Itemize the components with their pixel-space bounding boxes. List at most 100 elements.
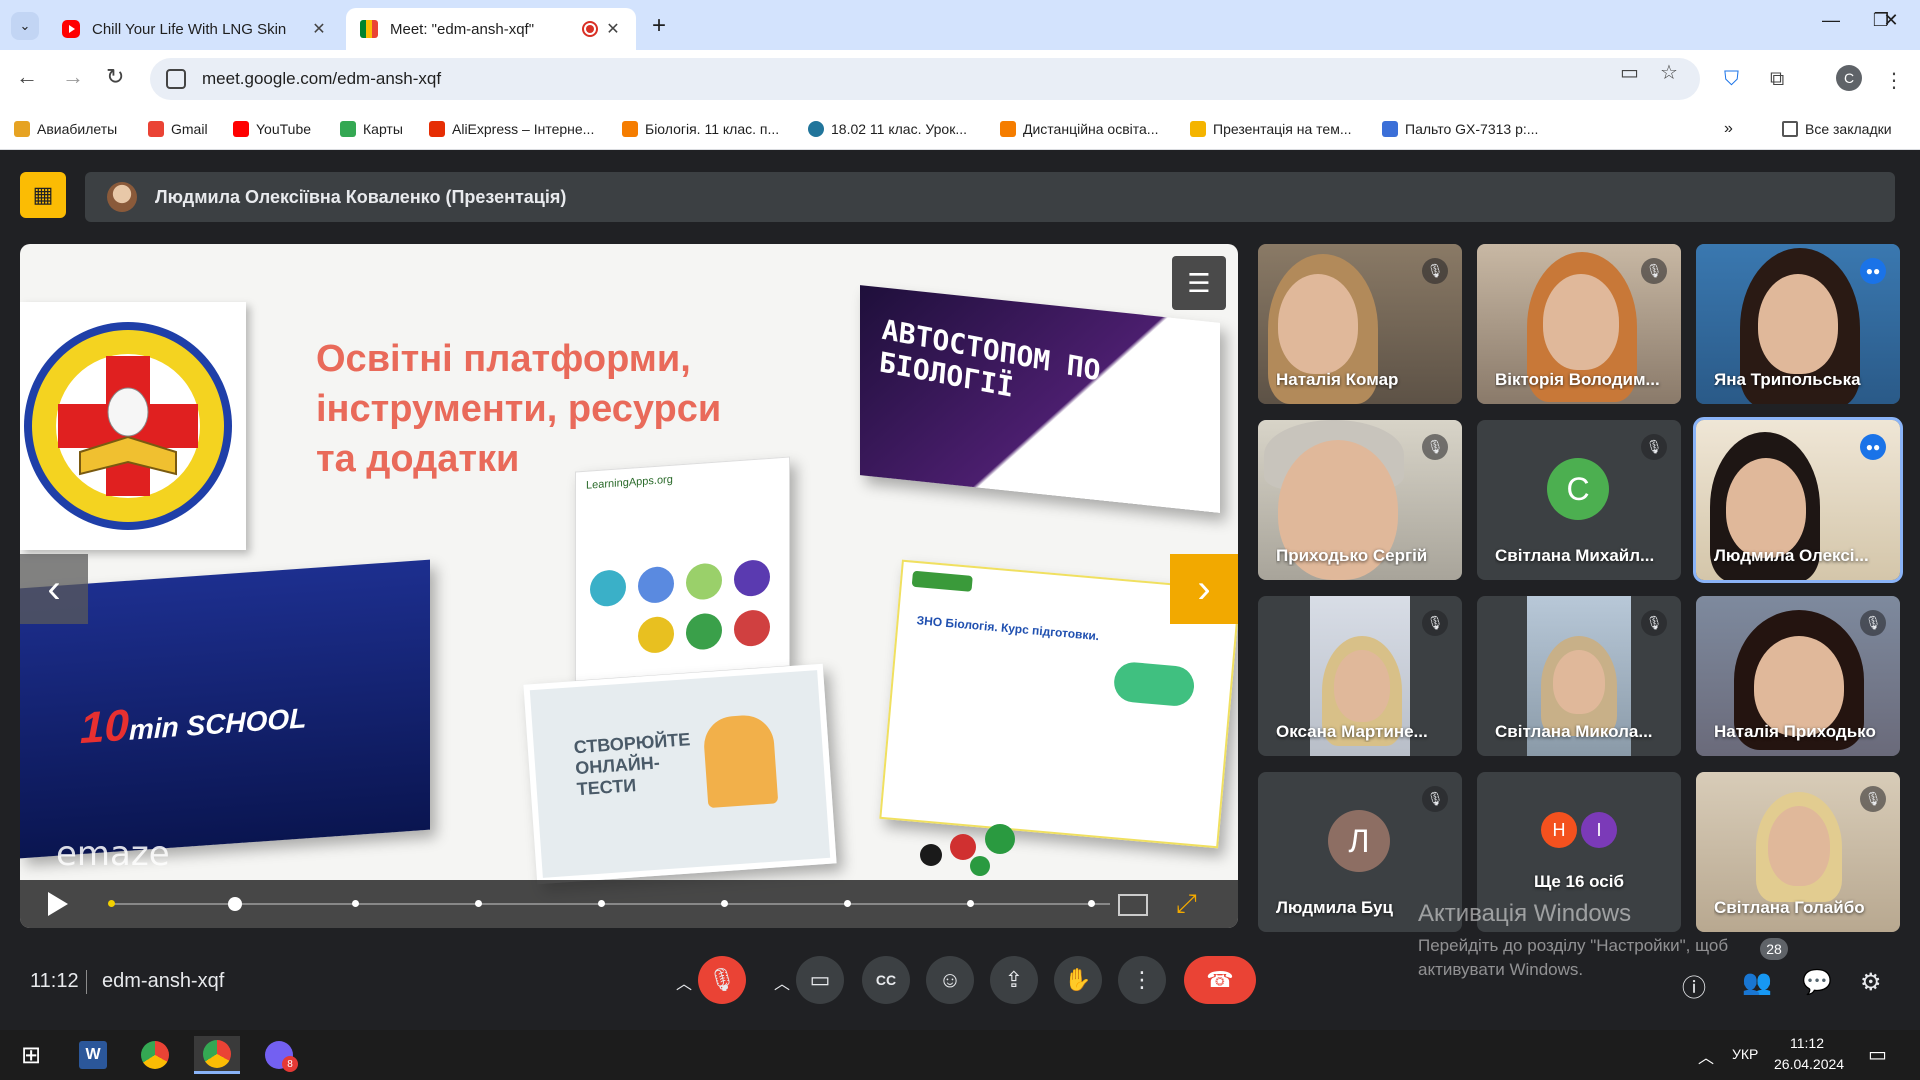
- site-info-icon[interactable]: [166, 69, 186, 89]
- tab-youtube[interactable]: Chill Your Life With LNG Skin ✕: [48, 8, 342, 50]
- shield-icon[interactable]: ⛉: [1724, 68, 1739, 91]
- chrome-active-icon[interactable]: [194, 1036, 240, 1074]
- activities-icon[interactable]: ⚙: [1860, 968, 1882, 997]
- clock-date[interactable]: 26.04.2024: [1774, 1056, 1844, 1072]
- participant-name: Людмила Олексі...: [1714, 546, 1869, 565]
- progress-dot[interactable]: [967, 900, 974, 907]
- gmail-icon: [148, 121, 164, 137]
- participant-tile[interactable]: ●● Людмила Олексі...: [1693, 417, 1903, 583]
- meeting-details-icon[interactable]: ⓘ: [1682, 968, 1706, 1003]
- play-icon[interactable]: [48, 892, 68, 916]
- menu-dots-icon[interactable]: ⋮: [1884, 68, 1904, 93]
- fullscreen-icon[interactable]: ⤢: [1176, 888, 1197, 920]
- next-slide-button[interactable]: ›: [1170, 554, 1238, 624]
- bookmark-item[interactable]: Пальто GX-7313 р:...: [1382, 118, 1538, 140]
- participant-tile[interactable]: С 🎙 Світлана Михайл...: [1477, 420, 1681, 580]
- mic-off-icon: 🎙: [1422, 434, 1448, 460]
- bookmark-item[interactable]: AliExpress – Інтерне...: [429, 118, 594, 140]
- progress-dot[interactable]: [1088, 900, 1095, 907]
- participant-tile[interactable]: 🎙 Приходько Сергій: [1258, 420, 1462, 580]
- clock-time[interactable]: 11:12: [1790, 1035, 1824, 1051]
- language-indicator[interactable]: УКР: [1732, 1046, 1758, 1062]
- progress-dot[interactable]: [475, 900, 482, 907]
- audio-options-chevron-icon[interactable]: ︿: [676, 970, 692, 994]
- participant-tile[interactable]: 🎙 Наталія Приходько: [1696, 596, 1900, 756]
- camera-icon[interactable]: ▭: [1620, 60, 1639, 85]
- chat-icon[interactable]: 💬: [1802, 968, 1832, 997]
- windows-start-icon[interactable]: ⊞: [8, 1036, 54, 1074]
- mic-off-icon: 🎙: [1860, 786, 1886, 812]
- participant-tile[interactable]: 🎙 Оксана Мартине...: [1258, 596, 1462, 756]
- windows-taskbar: ⊞ W 8 ︿ УКР 11:12 26.04.2024 ▭: [0, 1030, 1920, 1080]
- chrome-icon[interactable]: [132, 1036, 178, 1074]
- camera-button[interactable]: ▭: [796, 956, 844, 1004]
- participant-name: Вікторія Володим...: [1495, 370, 1660, 389]
- grid-view-icon[interactable]: [1118, 894, 1148, 916]
- bookmark-item[interactable]: Біологія. 11 клас. п...: [622, 118, 779, 140]
- participant-tile[interactable]: 🎙 Світлана Микола...: [1477, 596, 1681, 756]
- bookmark-item[interactable]: Карты: [340, 118, 403, 140]
- bookmark-item[interactable]: YouTube: [233, 118, 311, 140]
- tickets-icon: [14, 121, 30, 137]
- all-bookmarks-button[interactable]: Все закладки: [1782, 118, 1892, 140]
- back-button[interactable]: ←: [16, 64, 38, 90]
- profile-avatar[interactable]: C: [1836, 65, 1862, 91]
- url-text[interactable]: meet.google.com/edm-ansh-xqf: [202, 69, 441, 89]
- progress-dot[interactable]: [721, 900, 728, 907]
- captions-button[interactable]: CC: [862, 956, 910, 1004]
- progress-current-dot[interactable]: [228, 897, 242, 911]
- emoji-button[interactable]: ☺: [926, 956, 974, 1004]
- participant-tile[interactable]: 🎙 Наталія Комар: [1258, 244, 1462, 404]
- minimize-button[interactable]: —: [1808, 10, 1854, 31]
- thumbnail-text: 10min SCHOOL: [80, 688, 306, 754]
- participant-name: Наталія Приходько: [1714, 722, 1876, 741]
- notifications-icon[interactable]: ▭: [1868, 1042, 1887, 1067]
- slide-title-line: Освітні платформи,: [316, 338, 691, 380]
- bookmark-label: 18.02 11 клас. Урок...: [831, 121, 967, 137]
- people-icon[interactable]: 👥: [1742, 968, 1772, 997]
- progress-dot[interactable]: [844, 900, 851, 907]
- participant-tile[interactable]: ●● Яна Трипольська: [1696, 244, 1900, 404]
- end-call-button[interactable]: ☎: [1184, 956, 1256, 1004]
- close-window-button[interactable]: ✕: [1868, 10, 1914, 31]
- progress-dot[interactable]: [108, 900, 115, 907]
- close-icon[interactable]: ✕: [604, 19, 622, 39]
- bookmark-item[interactable]: 18.02 11 клас. Урок...: [808, 118, 967, 140]
- close-icon[interactable]: ✕: [310, 19, 328, 39]
- presentation-slide[interactable]: Освітні платформи, інструменти, ресурси …: [20, 244, 1238, 928]
- slide-menu-button[interactable]: ☰: [1172, 256, 1226, 310]
- forward-button[interactable]: →: [62, 64, 84, 90]
- bookmark-item[interactable]: Дистанційна освіта...: [1000, 118, 1158, 140]
- reload-button[interactable]: ↻: [106, 64, 124, 90]
- more-options-button[interactable]: ⋮: [1118, 956, 1166, 1004]
- raise-hand-button[interactable]: ✋: [1054, 956, 1102, 1004]
- viber-icon[interactable]: 8: [256, 1036, 302, 1074]
- tray-chevron-icon[interactable]: ︿: [1698, 1044, 1714, 1068]
- presentation-icon[interactable]: ▦: [20, 172, 66, 218]
- bookmark-item[interactable]: Gmail: [148, 118, 208, 140]
- tab-meet[interactable]: Meet: "edm-ansh-xqf" ✕: [346, 8, 636, 50]
- tab-search-button[interactable]: ⌄: [11, 12, 39, 40]
- slide-progress-track[interactable]: [110, 903, 1110, 905]
- more-bookmarks-button[interactable]: »: [1724, 118, 1733, 140]
- bookmark-star-icon[interactable]: ☆: [1660, 60, 1678, 85]
- mic-off-icon: 🎙: [1641, 434, 1667, 460]
- mic-off-button[interactable]: 🎙: [698, 956, 746, 1004]
- progress-dot[interactable]: [598, 900, 605, 907]
- participant-avatar: Л: [1328, 810, 1390, 872]
- bookmark-label: Авиабилеты: [37, 121, 118, 137]
- present-screen-button[interactable]: ⇪: [990, 956, 1038, 1004]
- bookmark-item[interactable]: Презентація на тем...: [1190, 118, 1352, 140]
- previous-slide-button[interactable]: ‹: [20, 554, 88, 624]
- emaze-watermark: emaze: [56, 834, 170, 874]
- progress-dot[interactable]: [352, 900, 359, 907]
- participant-count-badge: 28: [1760, 938, 1788, 960]
- word-icon[interactable]: W: [70, 1036, 116, 1074]
- participant-tile[interactable]: 🎙 Вікторія Володим...: [1477, 244, 1681, 404]
- extensions-icon[interactable]: ⧉: [1770, 68, 1784, 91]
- bookmark-item[interactable]: Авиабилеты: [14, 118, 117, 140]
- thumbnail-text: СТВОРЮЙТЕ ОНЛАЙН-ТЕСТИ: [573, 729, 691, 800]
- new-tab-button[interactable]: +: [652, 12, 666, 40]
- video-options-chevron-icon[interactable]: ︿: [774, 970, 790, 994]
- address-bar[interactable]: meet.google.com/edm-ansh-xqf: [150, 58, 1700, 100]
